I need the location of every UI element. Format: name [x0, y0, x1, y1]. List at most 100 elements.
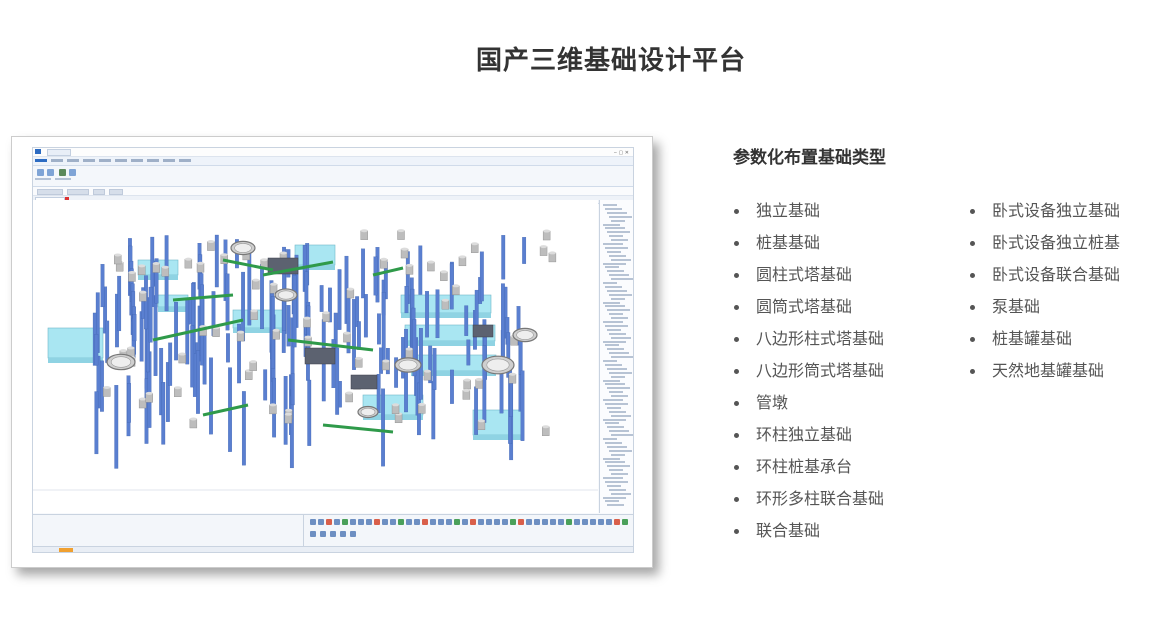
tree-node[interactable]	[605, 285, 622, 288]
tree-node[interactable]	[603, 360, 617, 362]
tree-node[interactable]	[611, 375, 625, 378]
tree-node[interactable]	[603, 204, 617, 206]
toolbar-button[interactable]	[510, 519, 516, 525]
tree-node[interactable]	[607, 406, 621, 409]
toolbar-button[interactable]	[330, 531, 336, 537]
tree-node[interactable]	[607, 504, 624, 507]
tree-node[interactable]	[607, 445, 627, 448]
window-controls[interactable]: ‒ ▢ ✕	[614, 150, 629, 156]
toolbar-button[interactable]	[494, 519, 500, 525]
tree-node[interactable]	[605, 383, 625, 386]
toolbar-button[interactable]	[454, 519, 460, 525]
tree-node[interactable]	[609, 391, 623, 394]
tree-node[interactable]	[611, 336, 631, 339]
toolbar-button[interactable]	[366, 519, 372, 525]
tree-node[interactable]	[611, 414, 631, 417]
tree-node[interactable]	[607, 289, 627, 292]
tree-node[interactable]	[603, 399, 623, 401]
tree-node[interactable]	[605, 480, 628, 483]
tree-node[interactable]	[609, 293, 632, 296]
toolbar-button[interactable]	[310, 531, 316, 537]
toolbar-button[interactable]	[320, 531, 326, 537]
tree-node[interactable]	[607, 211, 627, 214]
tree-node[interactable]	[607, 348, 624, 351]
tree-node[interactable]	[611, 492, 631, 495]
tree-node[interactable]	[607, 231, 630, 234]
tree-node[interactable]	[607, 367, 627, 370]
toolbar-button[interactable]	[406, 519, 412, 525]
toolbar-button[interactable]	[606, 519, 612, 525]
tree-node[interactable]	[609, 235, 623, 238]
toolbar-button[interactable]	[470, 519, 476, 525]
toolbar-button[interactable]	[326, 519, 332, 525]
tree-node[interactable]	[609, 488, 626, 491]
toolbar-button[interactable]	[350, 531, 356, 537]
tree-node[interactable]	[605, 441, 622, 444]
toolbar-button[interactable]	[622, 519, 628, 525]
tree-node[interactable]	[611, 356, 633, 359]
tree-node[interactable]	[605, 402, 628, 405]
tree-node[interactable]	[603, 340, 626, 343]
tree-node[interactable]	[605, 324, 628, 327]
toolbar-button[interactable]	[382, 519, 388, 525]
toolbar-button[interactable]	[526, 519, 532, 525]
tree-node[interactable]	[605, 461, 625, 464]
toolbar-button[interactable]	[590, 519, 596, 525]
toolbar-button[interactable]	[334, 519, 340, 525]
toolbar-button[interactable]	[374, 519, 380, 525]
tree-node[interactable]	[609, 215, 632, 218]
toolbar-button[interactable]	[358, 519, 364, 525]
tree-node[interactable]	[603, 262, 626, 265]
app-document-tab[interactable]	[47, 149, 71, 156]
toolbar-button[interactable]	[574, 519, 580, 525]
toolbar-button[interactable]	[542, 519, 548, 525]
tree-node[interactable]	[605, 363, 622, 366]
toolbar-button[interactable]	[310, 519, 316, 525]
tree-node[interactable]	[603, 301, 620, 304]
tree-node[interactable]	[607, 484, 621, 487]
tree-node[interactable]	[609, 449, 632, 452]
tree-node[interactable]	[603, 223, 620, 226]
tree-node[interactable]	[609, 410, 626, 413]
toolbar-button[interactable]	[566, 519, 572, 525]
tree-node[interactable]	[609, 274, 629, 277]
tree-node[interactable]	[607, 270, 624, 273]
tree-node[interactable]	[603, 477, 623, 479]
toolbar-button[interactable]	[342, 519, 348, 525]
toolbar-button[interactable]	[534, 519, 540, 525]
tree-node[interactable]	[611, 297, 625, 300]
toolbar-button[interactable]	[318, 519, 324, 525]
3d-model-viewport[interactable]	[33, 200, 598, 513]
tree-node[interactable]	[605, 305, 625, 308]
tree-node[interactable]	[609, 332, 626, 335]
toolbar-button[interactable]	[430, 519, 436, 525]
tree-node[interactable]	[607, 250, 621, 253]
tree-node[interactable]	[609, 352, 629, 355]
toolbar-button[interactable]	[550, 519, 556, 525]
toolbar-button[interactable]	[340, 531, 346, 537]
toolbar-button[interactable]	[422, 519, 428, 525]
tree-node[interactable]	[611, 258, 631, 261]
tree-node[interactable]	[605, 422, 619, 425]
tree-node[interactable]	[611, 395, 628, 398]
toolbar-button[interactable]	[582, 519, 588, 525]
toolbar-button[interactable]	[518, 519, 524, 525]
tree-node[interactable]	[603, 418, 626, 421]
tree-node[interactable]	[611, 473, 628, 476]
tree-node[interactable]	[603, 457, 620, 460]
tree-node[interactable]	[603, 321, 623, 323]
tree-node[interactable]	[611, 434, 633, 437]
toolbar-button[interactable]	[414, 519, 420, 525]
tree-node[interactable]	[607, 309, 630, 312]
toolbar-button[interactable]	[462, 519, 468, 525]
tree-node[interactable]	[611, 278, 633, 281]
toolbar-button[interactable]	[486, 519, 492, 525]
tree-node[interactable]	[611, 453, 625, 456]
tree-node[interactable]	[609, 371, 632, 374]
tree-node[interactable]	[605, 246, 628, 249]
toolbar-button[interactable]	[390, 519, 396, 525]
tree-node[interactable]	[609, 254, 626, 257]
tree-node[interactable]	[609, 313, 623, 316]
tree-node[interactable]	[609, 469, 623, 472]
tree-node[interactable]	[607, 465, 630, 468]
